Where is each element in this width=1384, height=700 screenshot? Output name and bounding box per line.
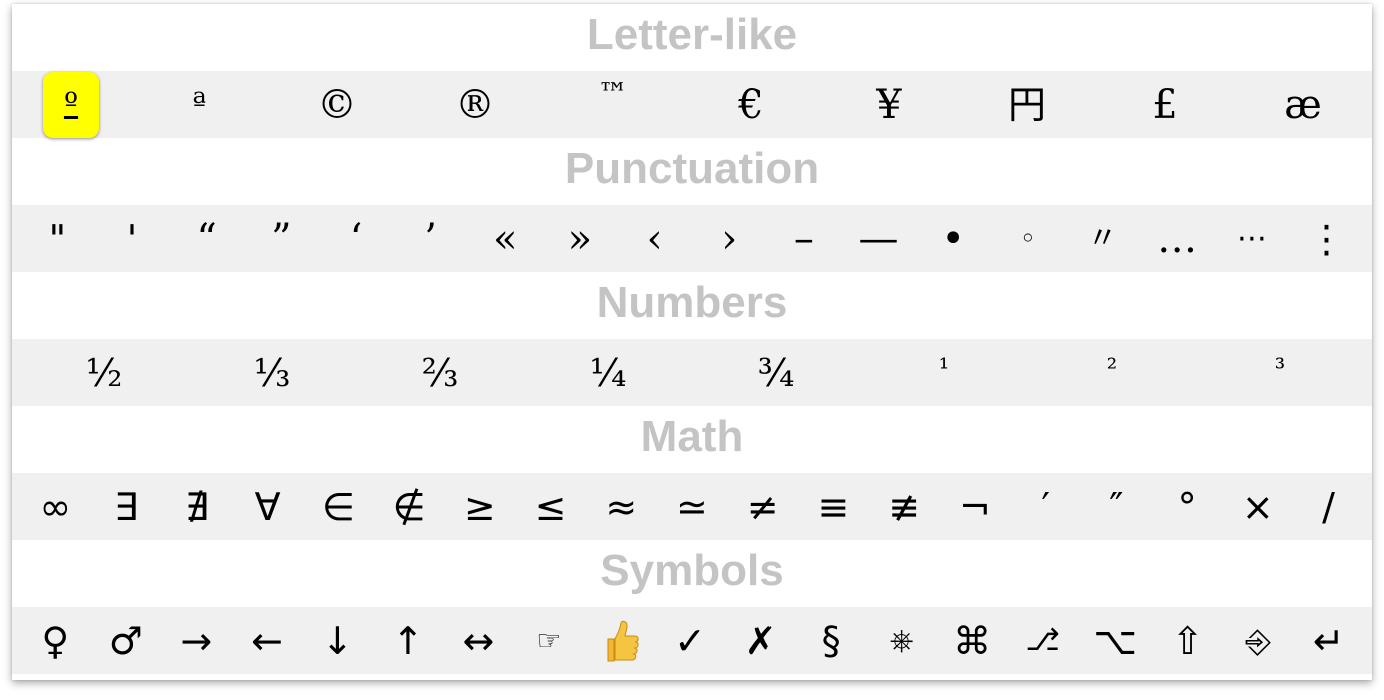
char-right-arrow[interactable]: →	[176, 607, 216, 674]
char-option-key[interactable]: ⌥	[1093, 607, 1137, 674]
char-pointing-hand[interactable]: ☞	[529, 607, 569, 674]
char-slash[interactable]: /	[1309, 473, 1349, 540]
char-not-identical[interactable]: ≢	[884, 473, 924, 540]
char-white-bullet[interactable]: ◦	[1008, 205, 1048, 272]
char-left-right-arrow[interactable]: ↔	[458, 607, 498, 674]
char-double-prime[interactable]: ″	[1096, 473, 1136, 540]
char-down-arrow[interactable]: ↓	[317, 607, 357, 674]
char-one-third[interactable]: ⅓	[188, 339, 356, 406]
char-section-sign[interactable]: §	[811, 607, 851, 674]
char-superscript-two[interactable]: ²	[1028, 339, 1196, 406]
section-header-math: Math	[640, 411, 744, 461]
char-superscript-one[interactable]: ¹	[860, 339, 1028, 406]
char-asymptotically-equal[interactable]: ≃	[672, 473, 712, 540]
char-command-key[interactable]: ⌘	[952, 607, 992, 674]
char-alternative-key[interactable]: ⎇	[1023, 607, 1063, 674]
char-left-double-quote[interactable]: “	[187, 205, 227, 272]
char-right-double-quote[interactable]: ”	[261, 205, 301, 272]
char-female-sign[interactable]: ♀	[35, 607, 75, 674]
selected-highlight: º	[43, 71, 99, 138]
char-not-equal[interactable]: ≠	[743, 473, 783, 540]
char-helm-symbol[interactable]: ⎈	[882, 607, 922, 674]
char-ballot-x[interactable]: ✗	[741, 607, 781, 674]
char-double-quote[interactable]: "	[37, 205, 77, 272]
row-letter-like: º ª © ® ™ € ¥ 円 £ æ	[12, 71, 1372, 138]
char-shift-key[interactable]: ⇧	[1168, 607, 1208, 674]
char-yen-kanji[interactable]: 円	[958, 71, 1096, 138]
char-not-element-of[interactable]: ∉	[389, 473, 429, 540]
char-euro[interactable]: €	[682, 71, 820, 138]
char-superscript-three[interactable]: ³	[1196, 339, 1364, 406]
char-right-angle[interactable]: ›	[709, 205, 749, 272]
char-up-arrow[interactable]: ↑	[388, 607, 428, 674]
char-bullet[interactable]: •	[933, 205, 973, 272]
char-less-equal[interactable]: ≤	[531, 473, 571, 540]
char-left-single-quote[interactable]: ‘	[336, 205, 376, 272]
char-exists[interactable]: ∃	[106, 473, 146, 540]
char-left-angle[interactable]: ‹	[635, 205, 675, 272]
row-symbols: ♀ ♂ → ← ↓ ↑ ↔ ☞ ✓ ✗ § ⎈ ⌘ ⎇ ⌥ ⇧ ⎆ ↵	[12, 607, 1372, 674]
char-masculine-ordinal[interactable]: º	[12, 71, 130, 138]
char-ae[interactable]: æ	[1234, 71, 1372, 138]
row-punctuation: " ' “ ” ‘ ’ « » ‹ › – — • ◦ 〃 … ⋯ ⋮	[12, 205, 1372, 272]
char-three-quarters[interactable]: ¾	[692, 339, 860, 406]
char-element-of[interactable]: ∈	[318, 473, 358, 540]
char-identical[interactable]: ≡	[813, 473, 853, 540]
char-ellipsis[interactable]: …	[1157, 205, 1197, 272]
char-ditto[interactable]: 〃	[1083, 205, 1123, 272]
char-trademark[interactable]: ™	[544, 71, 682, 138]
char-single-quote[interactable]: '	[112, 205, 152, 272]
char-for-all[interactable]: ∀	[248, 473, 288, 540]
char-check-mark[interactable]: ✓	[670, 607, 710, 674]
char-not-sign[interactable]: ¬	[955, 473, 995, 540]
char-em-dash[interactable]: —	[859, 205, 899, 272]
char-registered[interactable]: ®	[406, 71, 544, 138]
char-almost-equal[interactable]: ≈	[601, 473, 641, 540]
char-male-sign[interactable]: ♂	[106, 607, 146, 674]
char-yen[interactable]: ¥	[820, 71, 958, 138]
char-left-arrow[interactable]: ←	[247, 607, 287, 674]
section-header-numbers: Numbers	[596, 277, 788, 327]
row-math: ∞ ∃ ∄ ∀ ∈ ∉ ≥ ≤ ≈ ≃ ≠ ≡ ≢ ¬ ′ ″ ° × /	[12, 473, 1372, 540]
char-multiply[interactable]: ×	[1238, 473, 1278, 540]
section-header-symbols: Symbols	[600, 545, 784, 595]
char-en-dash[interactable]: –	[784, 205, 824, 272]
section-header-punctuation: Punctuation	[564, 143, 820, 193]
char-right-guillemet[interactable]: »	[560, 205, 600, 272]
section-header-letter-like: Letter-like	[586, 9, 798, 59]
char-return-symbol[interactable]: ↵	[1309, 607, 1349, 674]
char-pound[interactable]: £	[1096, 71, 1234, 138]
char-vertical-ellipsis[interactable]: ⋮	[1306, 205, 1346, 272]
char-thumbs-up[interactable]	[600, 607, 640, 674]
char-infinity[interactable]: ∞	[35, 473, 75, 540]
char-left-guillemet[interactable]: «	[485, 205, 525, 272]
char-not-exists[interactable]: ∄	[177, 473, 217, 540]
char-copyright[interactable]: ©	[268, 71, 406, 138]
thumbs-up-icon	[607, 620, 639, 661]
char-midline-ellipsis[interactable]: ⋯	[1232, 205, 1272, 272]
character-palette: Letter-like º ª © ® ™ € ¥ 円 £ æ Punctuat…	[12, 4, 1372, 680]
row-numbers: ½ ⅓ ⅔ ¼ ¾ ¹ ² ³	[12, 339, 1372, 406]
char-greater-equal[interactable]: ≥	[460, 473, 500, 540]
char-one-half[interactable]: ½	[20, 339, 188, 406]
char-feminine-ordinal[interactable]: ª	[130, 71, 268, 138]
char-degree[interactable]: °	[1167, 473, 1207, 540]
char-enter-symbol[interactable]: ⎆	[1238, 607, 1278, 674]
char-right-single-quote[interactable]: ’	[411, 205, 451, 272]
char-prime[interactable]: ′	[1026, 473, 1066, 540]
char-one-quarter[interactable]: ¼	[524, 339, 692, 406]
char-two-thirds[interactable]: ⅔	[356, 339, 524, 406]
